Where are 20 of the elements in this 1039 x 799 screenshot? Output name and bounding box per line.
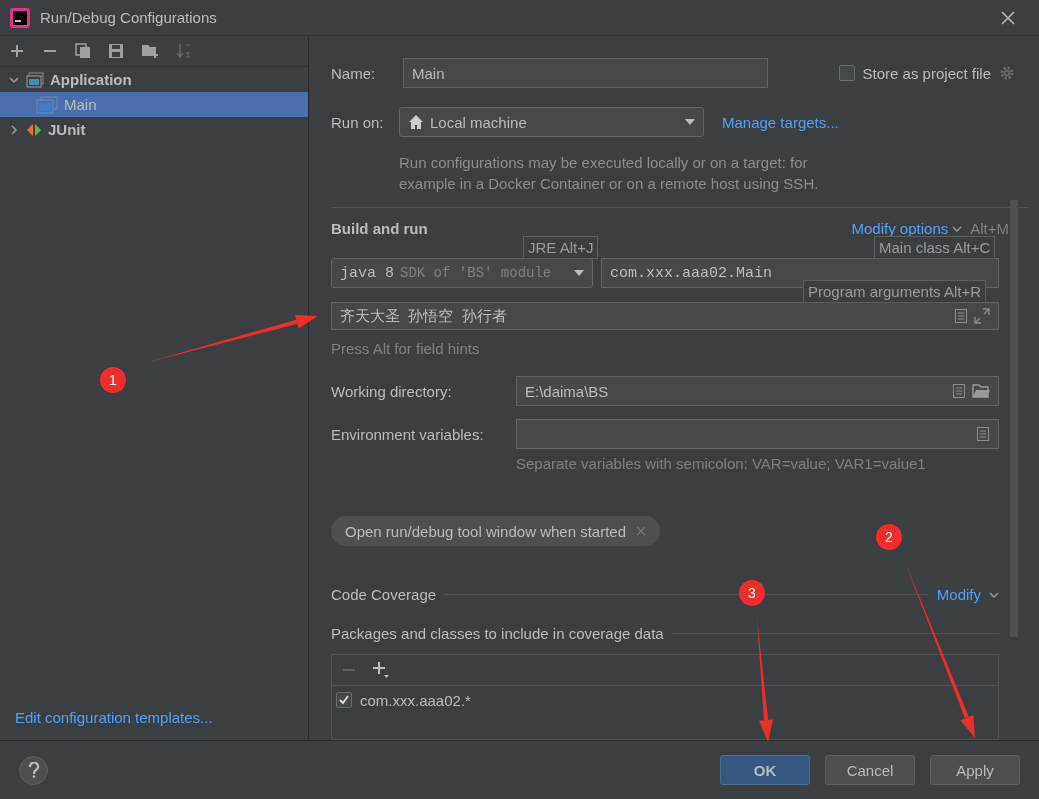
- tooltip: JRE Alt+J: [523, 236, 599, 259]
- hint-text: Press Alt for field hints: [331, 339, 481, 360]
- shortcut-text: Alt+M: [970, 219, 1009, 237]
- number-badge: 1: [100, 367, 126, 393]
- section-title: Packages and classes to include in coverage data: [331, 624, 664, 642]
- environment-variables-label: Environment variables:: [331, 425, 485, 443]
- section-title: Code Coverage: [331, 586, 437, 603]
- section-title: Build and run: [331, 219, 428, 237]
- run-on-label: Run on:: [331, 113, 385, 131]
- tooltip: Main class Alt+C: [874, 236, 996, 259]
- tooltip: Program arguments Alt+R: [803, 280, 986, 303]
- hint-text: Separate variables with semicolon: VAR=value; VAR1=value1: [516, 454, 927, 475]
- checkbox-label: Store as project file: [862, 64, 991, 82]
- description-text: Run configurations may be executed locally or on a target: for example in a Docker Container or on a remote host using SSH.: [399, 153, 820, 194]
- window-title: Run/Debug Configurations: [40, 9, 217, 26]
- package-pattern: com.xxx.aaa02.*: [360, 691, 471, 709]
- name-label: Name:: [331, 64, 377, 82]
- number-badge: 3: [739, 580, 765, 606]
- working-directory-label: Working directory:: [331, 382, 453, 400]
- number-badge: 2: [876, 524, 902, 550]
